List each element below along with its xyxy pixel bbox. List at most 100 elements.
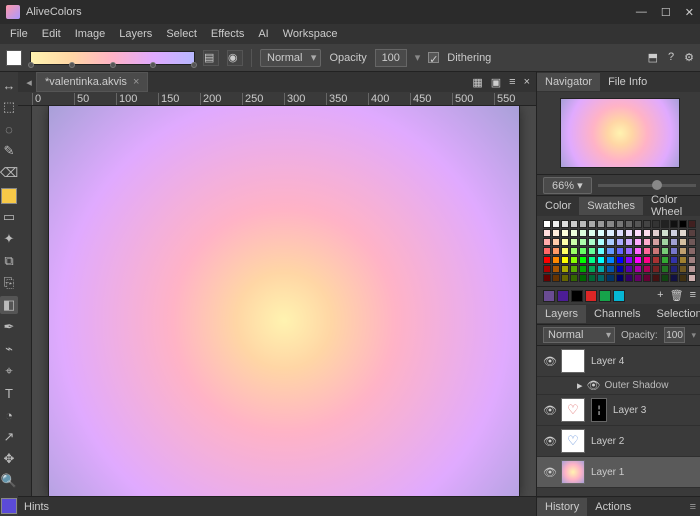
- swatch-cell[interactable]: [670, 238, 678, 246]
- gradient-type-radial[interactable]: ◉: [227, 50, 243, 66]
- swatch-cell[interactable]: [634, 229, 642, 237]
- swatch-cell[interactable]: [561, 256, 569, 264]
- swatch-cell[interactable]: [561, 265, 569, 273]
- swatch-cell[interactable]: [661, 238, 669, 246]
- doc-close-icon[interactable]: ×: [524, 76, 530, 89]
- swatch-cell[interactable]: [543, 229, 551, 237]
- swatch-cell[interactable]: [570, 265, 578, 273]
- navigator-preview[interactable]: [537, 92, 700, 174]
- swatch-cell[interactable]: [625, 220, 633, 228]
- opacity-input[interactable]: 100: [375, 49, 407, 67]
- zoom-slider[interactable]: [598, 184, 696, 187]
- menu-select[interactable]: Select: [160, 26, 203, 42]
- menu-layers[interactable]: Layers: [113, 26, 158, 42]
- swatch-cell[interactable]: [579, 238, 587, 246]
- swatch-cell[interactable]: [643, 247, 651, 255]
- swatch-cell[interactable]: [543, 265, 551, 273]
- tab-channels[interactable]: Channels: [586, 305, 648, 323]
- tool-shape[interactable]: ◔: [0, 406, 18, 424]
- tab-layers[interactable]: Layers: [537, 305, 586, 323]
- menu-ai[interactable]: AI: [252, 26, 274, 42]
- swatch-cell[interactable]: [552, 229, 560, 237]
- swatch-cell[interactable]: [652, 274, 660, 282]
- swatch-cell[interactable]: [616, 265, 624, 273]
- foreground-color[interactable]: [6, 50, 22, 66]
- swatch-cell[interactable]: [634, 256, 642, 264]
- tool-patch[interactable]: ⎘: [0, 274, 18, 292]
- tab-selections[interactable]: Selections: [649, 305, 700, 323]
- swatch-cell[interactable]: [679, 247, 687, 255]
- maximize-button[interactable]: ☐: [661, 6, 671, 19]
- layer-row[interactable]: 👁Layer 4: [537, 346, 700, 377]
- swatch-cell[interactable]: [606, 229, 614, 237]
- swatch-cell[interactable]: [552, 247, 560, 255]
- menu-file[interactable]: File: [4, 26, 34, 42]
- recent-swatch[interactable]: [543, 290, 555, 302]
- swatch-cell[interactable]: [616, 229, 624, 237]
- swatch-cell[interactable]: [670, 274, 678, 282]
- delete-swatch-icon[interactable]: 🗑: [670, 289, 684, 302]
- close-button[interactable]: ✕: [685, 6, 694, 19]
- tool-pen[interactable]: ✒: [0, 318, 18, 336]
- swatch-cell[interactable]: [679, 238, 687, 246]
- add-swatch-icon[interactable]: +: [657, 289, 663, 302]
- swatch-cell[interactable]: [543, 238, 551, 246]
- swatch-cell[interactable]: [616, 247, 624, 255]
- close-tab-icon[interactable]: ×: [133, 76, 139, 88]
- doc-icon-2[interactable]: ▣: [491, 76, 501, 89]
- swatch-cell[interactable]: [625, 274, 633, 282]
- swatch-cell[interactable]: [606, 247, 614, 255]
- swatch-cell[interactable]: [688, 265, 696, 273]
- tab-fileinfo[interactable]: File Info: [600, 73, 655, 91]
- tab-actions[interactable]: Actions: [587, 498, 639, 516]
- tool-crop[interactable]: ▭: [0, 208, 18, 226]
- swatch-cell[interactable]: [679, 220, 687, 228]
- recent-swatch[interactable]: [557, 290, 569, 302]
- swatch-cell[interactable]: [552, 274, 560, 282]
- layer-blend-select[interactable]: Normal: [543, 327, 615, 343]
- color-swatch-main[interactable]: [1, 498, 17, 514]
- swatch-cell[interactable]: [661, 229, 669, 237]
- swatch-cell[interactable]: [552, 238, 560, 246]
- swatch-cell[interactable]: [543, 247, 551, 255]
- swatch-cell[interactable]: [570, 238, 578, 246]
- swatch-cell[interactable]: [579, 247, 587, 255]
- visibility-icon[interactable]: 👁: [543, 466, 555, 479]
- swatch-cell[interactable]: [688, 220, 696, 228]
- gradient-editor[interactable]: [30, 51, 195, 65]
- swatch-cell[interactable]: [588, 256, 596, 264]
- recent-swatch[interactable]: [585, 290, 597, 302]
- help-icon[interactable]: ?: [668, 51, 674, 64]
- swatch-cell[interactable]: [634, 274, 642, 282]
- tool-move[interactable]: ↔: [0, 76, 18, 94]
- swatch-cell[interactable]: [634, 220, 642, 228]
- alert-icon[interactable]: ⬒: [648, 51, 658, 64]
- swatch-cell[interactable]: [679, 265, 687, 273]
- menu-edit[interactable]: Edit: [36, 26, 67, 42]
- swatch-cell[interactable]: [670, 220, 678, 228]
- tool-stamp[interactable]: ⧉: [0, 252, 18, 270]
- swatch-cell[interactable]: [597, 274, 605, 282]
- tab-swatches[interactable]: Swatches: [579, 197, 643, 215]
- swatch-cell[interactable]: [688, 274, 696, 282]
- swatch-cell[interactable]: [688, 238, 696, 246]
- swatch-cell[interactable]: [670, 265, 678, 273]
- swatch-cell[interactable]: [625, 238, 633, 246]
- swatch-cell[interactable]: [625, 256, 633, 264]
- tab-color[interactable]: Color: [537, 197, 579, 215]
- swatch-cell[interactable]: [625, 229, 633, 237]
- swatch-cell[interactable]: [543, 220, 551, 228]
- swatch-cell[interactable]: [606, 274, 614, 282]
- layer-mask[interactable]: ¦: [591, 398, 607, 422]
- swatch-cell[interactable]: [643, 238, 651, 246]
- settings-icon[interactable]: ⚙: [684, 51, 694, 64]
- swatch-cell[interactable]: [661, 247, 669, 255]
- tool-line[interactable]: ↗: [0, 428, 18, 446]
- tool-lasso[interactable]: ◌: [0, 120, 18, 138]
- swatch-cell[interactable]: [588, 247, 596, 255]
- swatch-cell[interactable]: [634, 265, 642, 273]
- tool-marquee[interactable]: ⬚: [0, 98, 18, 116]
- swatch-cell[interactable]: [616, 220, 624, 228]
- tool-smudge[interactable]: ⌁: [0, 340, 18, 358]
- visibility-icon[interactable]: 👁: [543, 435, 555, 448]
